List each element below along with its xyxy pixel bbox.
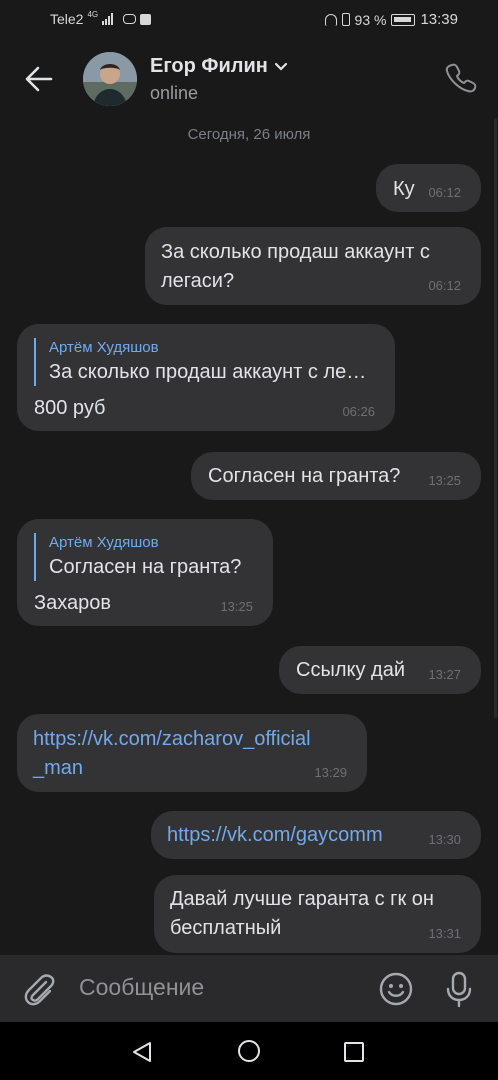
signal-icon (102, 13, 114, 25)
reply-quote[interactable]: Артём Худяшов Согласен на гранта? (34, 533, 259, 581)
contact-status: online (150, 83, 199, 103)
message-bubble[interactable]: Артём Худяшов Согласен на гранта? Захаро… (17, 519, 273, 626)
phone-icon (445, 63, 477, 93)
headphones-icon (324, 13, 337, 26)
battery-percent: 93 % (354, 11, 387, 28)
network-label: 4G (87, 9, 99, 19)
date-separator: Сегодня, 26 июля (187, 126, 311, 143)
message-bubble[interactable]: Артём Худяшов За сколько продаш аккаунт … (17, 324, 395, 431)
message-time: 06:12 (428, 278, 461, 293)
nav-home-button[interactable] (237, 1039, 261, 1063)
message-input[interactable]: Сообщение (79, 974, 204, 1001)
link-line: _man (33, 757, 84, 779)
avatar-image (83, 52, 137, 106)
vibrate-icon (341, 13, 350, 26)
message-text: Давай лучше гаранта с гк он бесплатный (170, 885, 434, 943)
message-link[interactable]: https://vk.com/zacharov_official _man (33, 725, 311, 783)
battery-icon (391, 13, 416, 26)
message-line: легаси? (161, 270, 235, 292)
message-bubble[interactable]: Согласен на гранта? 13:25 (191, 452, 481, 500)
call-button[interactable] (444, 60, 478, 94)
chat-header: Егор Филин online (0, 38, 498, 122)
nav-back-button[interactable] (130, 1040, 154, 1064)
contact-name-label: Егор Филин (150, 55, 268, 77)
attach-button[interactable] (20, 970, 58, 1008)
nav-back-icon (133, 1042, 151, 1062)
contact-name[interactable]: Егор Филин (150, 55, 288, 78)
message-text: 800 руб (34, 397, 106, 419)
avatar[interactable] (83, 52, 137, 106)
reply-author: Артём Худяшов (49, 339, 159, 356)
message-text: За сколько продаш аккаунт с легаси? (161, 238, 430, 296)
message-time: 13:25 (428, 473, 461, 488)
message-time: 13:27 (428, 667, 461, 682)
emoji-icon (379, 972, 413, 1006)
message-composer: Сообщение (0, 955, 498, 1022)
reply-text: За сколько продаш аккаунт с ле… (49, 361, 367, 383)
carrier-label: Tele2 (50, 11, 84, 27)
nav-recent-icon (344, 1042, 364, 1062)
facebook-icon (140, 13, 152, 25)
message-time: 13:25 (220, 599, 253, 614)
message-bubble[interactable]: https://vk.com/zacharov_official _man 13… (17, 714, 367, 792)
clock: 13:39 (420, 11, 458, 28)
message-text: Ку (393, 178, 415, 200)
nav-home-icon (238, 1040, 260, 1062)
message-bubble[interactable]: https://vk.com/gaycomm 13:30 (151, 811, 481, 859)
message-text: Согласен на гранта? (208, 465, 401, 487)
message-bubble[interactable]: Ку 06:12 (376, 164, 481, 212)
scrollbar[interactable] (494, 118, 497, 718)
message-time: 13:31 (428, 926, 461, 941)
voice-message-button[interactable] (440, 969, 478, 1009)
message-line: бесплатный (170, 917, 282, 939)
message-time: 06:26 (342, 404, 375, 419)
back-arrow-icon (25, 66, 53, 92)
back-button[interactable] (22, 62, 56, 96)
discord-icon (123, 14, 137, 24)
message-bubble[interactable]: За сколько продаш аккаунт с легаси? 06:1… (145, 227, 481, 305)
message-bubble[interactable]: Давай лучше гаранта с гк он бесплатный 1… (154, 875, 481, 953)
message-time: 13:30 (428, 832, 461, 847)
link-line: https://vk.com/zacharov_official (33, 728, 311, 750)
status-bar: Tele2 4G 93 % 13:39 (0, 0, 498, 38)
message-text: Ссылку дай (296, 659, 405, 681)
message-time: 06:12 (428, 185, 461, 200)
microphone-icon (446, 971, 472, 1008)
message-line: За сколько продаш аккаунт с (161, 241, 430, 263)
message-bubble[interactable]: Ссылку дай 13:27 (279, 646, 481, 694)
nav-recent-button[interactable] (342, 1040, 366, 1064)
system-nav-bar (0, 1022, 498, 1080)
message-time: 13:29 (314, 765, 347, 780)
message-link[interactable]: https://vk.com/gaycomm (167, 821, 383, 850)
message-line: Давай лучше гаранта с гк он (170, 888, 434, 910)
reply-quote[interactable]: Артём Худяшов За сколько продаш аккаунт … (34, 338, 379, 386)
reply-text: Согласен на гранта? (49, 556, 242, 578)
message-text: Захаров (34, 592, 111, 614)
chevron-down-icon (274, 62, 287, 71)
emoji-button[interactable] (378, 971, 414, 1007)
paperclip-icon (24, 974, 55, 1006)
reply-author: Артём Худяшов (49, 534, 159, 551)
